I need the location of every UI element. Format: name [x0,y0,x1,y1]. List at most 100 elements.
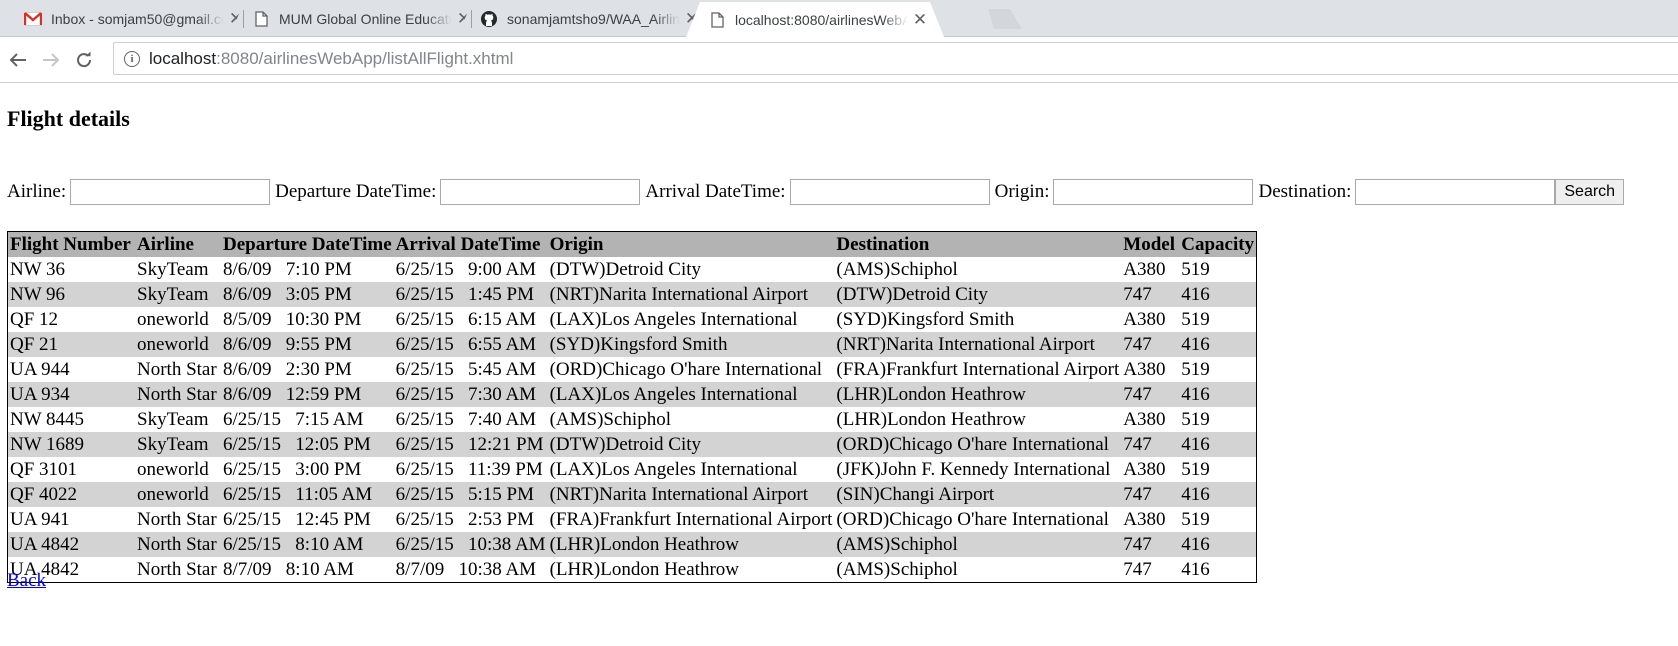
destination-cell: (LHR)London Heathrow [836,408,1026,430]
flight-number-cell: UA 4842 [10,533,80,555]
origin-cell: (DTW)Detroid City [549,433,702,455]
info-icon[interactable]: i [124,50,140,67]
model-cell: 747 [1123,558,1152,580]
tab-github-repo[interactable]: sonamjamtsho9/WAA_Airlines ✕ [458,2,716,35]
airline-cell: North Star [137,533,217,555]
close-tab-icon[interactable]: ✕ [908,10,932,30]
destination-label: Destination: [1258,181,1352,202]
airline-cell: North Star [137,508,217,530]
airline-cell: SkyTeam [137,408,209,430]
model-cell: A380 [1123,308,1166,330]
page-title: Flight details [7,106,130,131]
column-header-arrival: Arrival DateTime [393,231,548,257]
capacity-cell: 519 [1181,308,1210,330]
destination-cell: (ORD)Chicago O'hare International [836,508,1109,530]
back-arrow-icon[interactable] [5,47,31,73]
arrival-datetime-cell: 6/25/15 9:00 AM [395,258,537,280]
destination-cell: (AMS)Schiphol [836,258,958,280]
tab-title: localhost:8080/airlinesWebApp [735,11,908,28]
arrival-datetime-label: Arrival DateTime: [645,181,786,202]
destination-cell: (JFK)John F. Kennedy International [836,458,1111,480]
departure-datetime-cell: 8/7/09 8:10 AM [223,558,354,580]
table-row: UA 4842 North Star 6/25/15 8:10 AM 6/25/15 … [7,532,1257,557]
destination-cell: (AMS)Schiphol [836,533,958,555]
capacity-cell: 519 [1181,258,1210,280]
model-cell: 747 [1123,333,1152,355]
destination-cell: (SIN)Changi Airport [836,483,995,505]
table-row: NW 1689 SkyTeam 6/25/15 12:05 PM 6/25/15 12… [7,432,1257,457]
capacity-cell: 416 [1181,558,1210,580]
gmail-icon [24,11,42,27]
capacity-cell: 519 [1181,458,1210,480]
destination-input[interactable] [1355,179,1556,205]
flight-number-cell: QF 12 [10,308,59,330]
origin-cell: (FRA)Frankfurt International Airport [549,508,833,530]
origin-cell: (LHR)London Heathrow [549,533,740,555]
arrival-datetime-cell: 6/25/15 5:15 PM [395,483,534,505]
column-header-model: Model [1121,231,1180,257]
forward-arrow-icon[interactable] [38,47,64,73]
destination-cell: (ORD)Chicago O'hare International [836,433,1109,455]
flight-number-cell: UA 934 [10,383,70,405]
browser-toolbar: i localhost:8080/airlinesWebApp/listAllF… [0,37,1678,83]
address-bar[interactable]: i localhost:8080/airlinesWebApp/listAllF… [113,42,1678,75]
tab-mum-education[interactable]: MUM Global Online Education ✕ [230,2,488,35]
github-icon [480,11,498,27]
document-icon [252,11,270,27]
airline-cell: oneworld [137,458,209,480]
tab-title: MUM Global Online Education [279,10,452,27]
table-row: QF 3101 oneworld 6/25/15 3:00 PM 6/25/15 11… [8,457,1257,482]
model-cell: A380 [1123,258,1166,280]
model-cell: A380 [1123,458,1166,480]
model-cell: A380 [1123,358,1166,380]
origin-cell: (AMS)Schiphol [549,408,671,430]
departure-datetime-cell: 6/25/15 11:05 AM [223,483,373,505]
table-row: UA 944 North Star 8/6/09 2:30 PM 6/25/15 5:… [8,357,1257,382]
arrival-datetime-cell: 6/25/15 1:45 PM [395,283,534,305]
new-tab-button[interactable] [982,9,1022,29]
departure-datetime-cell: 6/25/15 3:00 PM [223,458,362,480]
origin-cell: (NRT)Narita International Airport [549,283,809,305]
flight-number-cell: QF 4022 [10,483,78,505]
arrival-datetime-cell: 6/25/15 7:40 AM [395,408,537,430]
departure-datetime-cell: 6/25/15 7:15 AM [223,408,364,430]
search-form: Airline: Departure DateTime: Arrival Dat… [7,179,1625,205]
origin-cell: (SYD)Kingsford Smith [549,333,728,355]
origin-cell: (LHR)London Heathrow [549,558,740,580]
flight-number-cell: NW 8445 [10,408,85,430]
table-row: QF 4022 oneworld 6/25/15 11:05 AM 6/25/15 5… [7,482,1257,507]
departure-datetime-cell: 6/25/15 8:10 AM [223,533,364,555]
flight-number-cell: NW 96 [10,283,66,305]
arrival-datetime-input[interactable] [789,179,990,205]
arrival-datetime-cell: 6/25/15 12:21 PM [395,433,544,455]
destination-cell: (LHR)London Heathrow [836,383,1026,405]
model-cell: A380 [1123,408,1166,430]
table-row: NW 36 SkyTeam 8/6/09 7:10 PM 6/25/15 9:00 A… [8,257,1257,282]
back-link[interactable]: Back [7,570,46,592]
capacity-cell: 416 [1181,533,1210,555]
departure-datetime-cell: 6/25/15 12:45 PM [223,508,371,530]
airline-input[interactable] [70,179,271,205]
flight-number-cell: UA 944 [10,358,70,380]
flights-table-body: NW 36 SkyTeam 8/6/09 7:10 PM 6/25/15 9:00 A… [7,257,1257,583]
destination-cell: (AMS)Schiphol [836,558,958,580]
origin-label: Origin: [994,181,1050,202]
model-cell: 747 [1123,533,1152,555]
capacity-cell: 416 [1181,483,1210,505]
origin-input[interactable] [1053,179,1254,205]
capacity-cell: 416 [1181,283,1210,305]
tab-title: Inbox - somjam50@gmail.com [51,10,224,27]
reload-icon[interactable] [71,47,97,73]
tab-localhost-airlines[interactable]: localhost:8080/airlinesWebApp ✕ [686,2,944,37]
departure-datetime-cell: 8/6/09 7:10 PM [223,258,352,280]
origin-cell: (LAX)Los Angeles International [549,458,798,480]
capacity-cell: 416 [1181,333,1210,355]
column-header-departure: Departure DateTime [221,231,394,257]
destination-cell: (SYD)Kingsford Smith [836,308,1015,330]
capacity-cell: 519 [1181,508,1210,530]
airline-cell: oneworld [137,483,209,505]
departure-datetime-input[interactable] [440,179,641,205]
tab-gmail-inbox[interactable]: Inbox - somjam50@gmail.com ✕ [2,2,260,35]
airline-cell: oneworld [137,333,209,355]
search-button[interactable]: Search [1555,179,1625,205]
